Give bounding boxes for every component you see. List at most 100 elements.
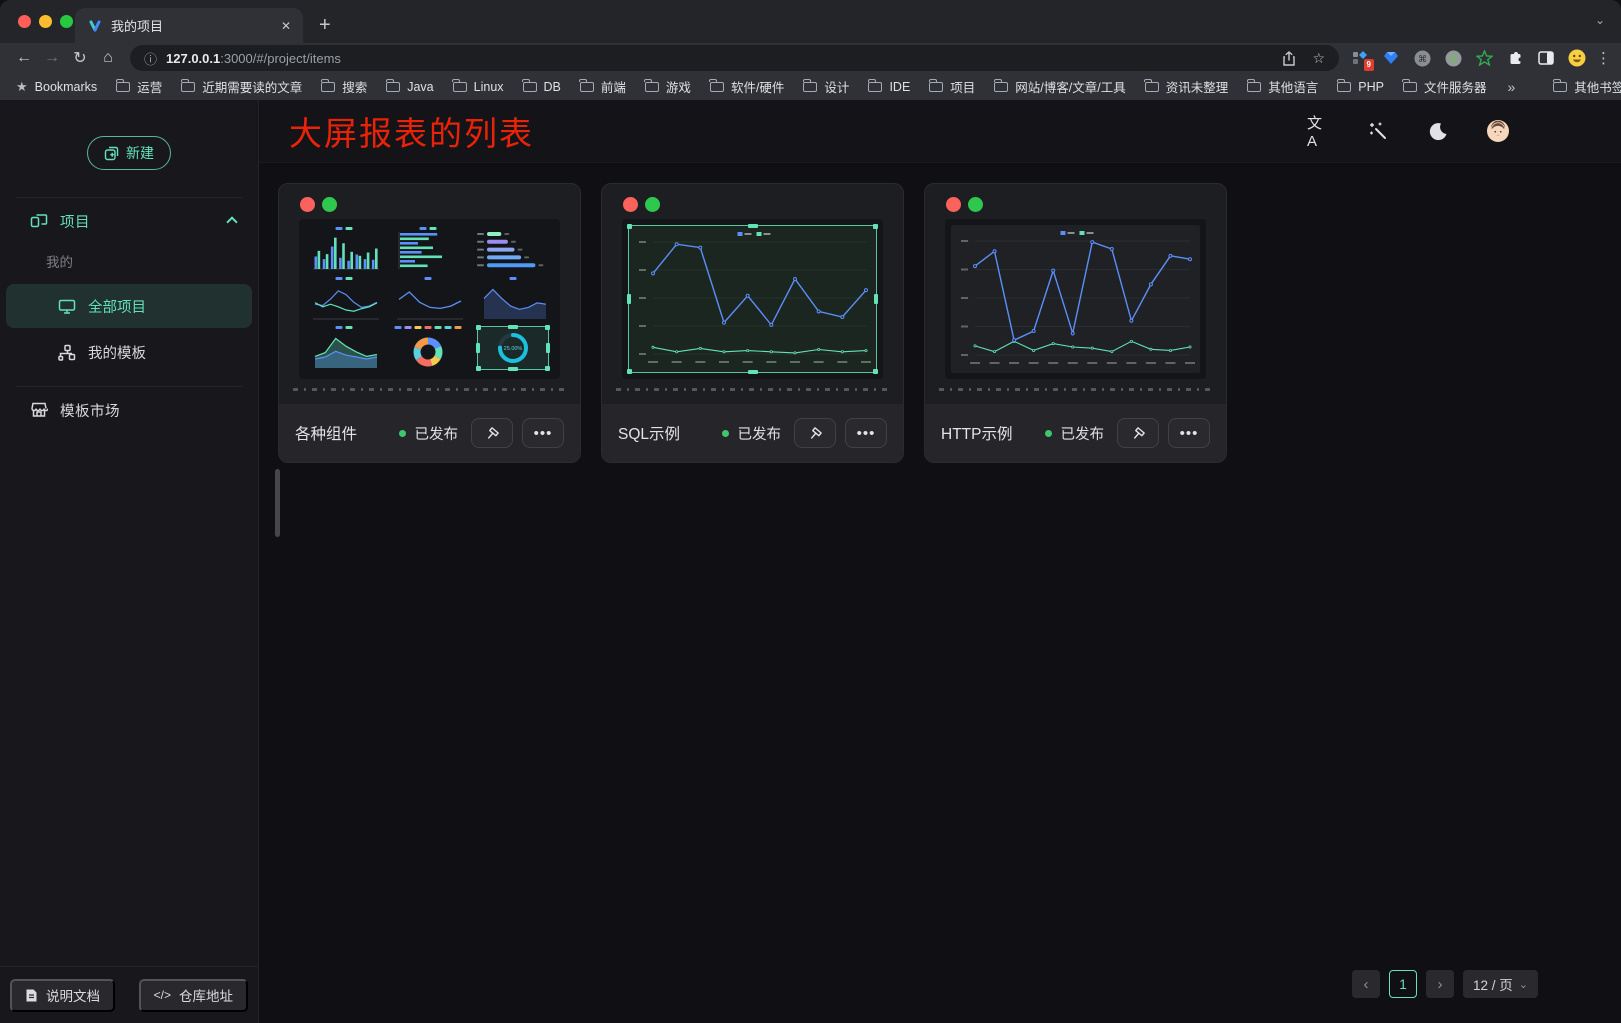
folder-icon (453, 82, 467, 92)
minimize-window-button[interactable] (39, 15, 52, 28)
hammer-icon (1130, 425, 1147, 442)
sidebar-section-project[interactable]: 项目 (0, 198, 258, 244)
more-button[interactable]: ••• (845, 418, 887, 448)
project-thumbnail[interactable] (945, 219, 1206, 379)
language-icon[interactable]: 文A (1307, 120, 1329, 142)
docs-button[interactable]: 说明文档 (10, 979, 115, 1012)
more-icon: ••• (857, 425, 876, 442)
extension-record-icon[interactable] (1444, 49, 1462, 67)
extension-grid-icon[interactable]: 9 (1351, 49, 1369, 67)
extension-command-icon[interactable]: ⌘ (1413, 49, 1431, 67)
zoom-window-button[interactable] (60, 15, 73, 28)
repo-button[interactable]: </> 仓库地址 (139, 979, 248, 1012)
pagination: ‹ 1 › 12 / 页 ⌄ (1352, 970, 1538, 998)
more-button[interactable]: ••• (522, 418, 564, 448)
folder-icon (321, 82, 335, 92)
bookmark-folder[interactable]: 设计 (803, 77, 849, 96)
mini-chart-pills (474, 225, 552, 272)
bookmark-folder[interactable]: IDE (868, 77, 910, 96)
bookmark-folder[interactable]: DB (523, 77, 561, 96)
bookmark-folder[interactable]: 游戏 (645, 77, 691, 96)
project-card[interactable]: HTTP示例 已发布 ••• (924, 183, 1227, 463)
folder-icon (710, 82, 724, 92)
share-icon[interactable] (1282, 51, 1296, 66)
tab-search-icon[interactable]: ⌄ (1595, 13, 1605, 27)
sidebar-all-projects-label: 全部项目 (88, 296, 146, 317)
forward-icon[interactable]: → (38, 49, 66, 67)
bookmark-folder[interactable]: 近期需要读的文章 (181, 77, 302, 96)
new-tab-button[interactable]: + (319, 15, 331, 35)
bookmark-folder[interactable]: 文件服务器 (1403, 77, 1487, 96)
browser-menu-icon[interactable]: ⋮ (1596, 49, 1611, 67)
project-card[interactable]: 25.00% 各种组件 已发布 ••• (278, 183, 581, 463)
bookmark-folder[interactable]: 项目 (929, 77, 975, 96)
project-thumbnail[interactable] (622, 219, 883, 379)
mini-chart-bars (305, 225, 383, 272)
sidebar-item-template-market[interactable]: 模板市场 (0, 387, 258, 433)
user-avatar[interactable] (1487, 120, 1509, 142)
window-controls (18, 15, 73, 28)
more-button[interactable]: ••• (1168, 418, 1210, 448)
template-icon (58, 344, 76, 361)
bookmark-folder[interactable]: 其他语言 (1247, 77, 1318, 96)
browser-tab[interactable]: 我的项目 ✕ (75, 8, 303, 43)
bookmark-folder[interactable]: 前端 (580, 77, 626, 96)
extension-badge: 9 (1364, 59, 1374, 71)
extension-star-icon[interactable] (1475, 49, 1493, 67)
extension-gem-icon[interactable] (1382, 49, 1400, 67)
mini-chart-ring: 25.00% (474, 324, 552, 371)
new-project-button[interactable]: 新建 (87, 136, 171, 170)
sidebar-group-mine: 我的 (0, 244, 258, 282)
project-title: 各种组件 (295, 422, 390, 444)
bookmarks-overflow-icon[interactable]: » (1507, 79, 1515, 95)
prev-page-button[interactable]: ‹ (1352, 970, 1380, 998)
other-bookmarks[interactable]: 其他书签 (1553, 77, 1621, 96)
sidebar-item-all-projects[interactable]: 全部项目 (6, 284, 252, 328)
goview-app: 新建 项目 我的 全部项目 我的模板 (0, 100, 1621, 1023)
reload-icon[interactable]: ↻ (66, 48, 94, 68)
edit-button[interactable] (1117, 418, 1159, 448)
status-dot (399, 430, 406, 437)
status-label: 已发布 (1061, 423, 1105, 444)
edit-button[interactable] (794, 418, 836, 448)
bookmark-folder[interactable]: Java (386, 77, 433, 96)
scrollbar-thumb[interactable] (275, 469, 280, 537)
bookmark-folder[interactable]: 网站/博客/文章/工具 (994, 77, 1125, 96)
page-size-select[interactable]: 12 / 页 ⌄ (1463, 970, 1538, 998)
bookmarks-star-icon: ★ (16, 79, 28, 95)
next-page-button[interactable]: › (1426, 970, 1454, 998)
mini-chart-line1 (389, 275, 467, 322)
bookmark-folder[interactable]: 运营 (116, 77, 162, 96)
side-panel-icon[interactable] (1537, 49, 1555, 67)
folder-icon (994, 82, 1008, 92)
chevron-up-icon[interactable] (226, 216, 237, 227)
back-icon[interactable]: ← (10, 49, 38, 67)
sidebar-item-my-templates[interactable]: 我的模板 (6, 330, 252, 374)
bookmark-folder[interactable]: 资讯未整理 (1145, 77, 1229, 96)
current-page-button[interactable]: 1 (1389, 970, 1417, 998)
bookmark-folder[interactable]: 搜索 (321, 77, 367, 96)
dash-strip (293, 388, 566, 391)
close-window-button[interactable] (18, 15, 31, 28)
site-info-icon[interactable]: ⓘ (144, 49, 157, 68)
address-bar[interactable]: ⓘ 127.0.0.1:3000/#/project/items ☆ (130, 45, 1339, 71)
bookmark-folder[interactable]: PHP (1337, 77, 1384, 96)
extensions-puzzle-icon[interactable] (1506, 49, 1524, 67)
tab-close-icon[interactable]: ✕ (281, 19, 291, 33)
bookmarks-manager[interactable]: ★ Bookmarks (16, 79, 97, 95)
project-thumbnail[interactable]: 25.00% (299, 219, 560, 379)
bookmark-folder[interactable]: 软件/硬件 (710, 77, 784, 96)
magic-wand-icon[interactable] (1367, 120, 1389, 142)
home-icon[interactable]: ⌂ (94, 49, 122, 67)
sidebar-my-templates-label: 我的模板 (88, 342, 146, 363)
dark-mode-moon-icon[interactable] (1427, 120, 1449, 142)
green-dot (322, 197, 337, 212)
code-icon: </> (154, 988, 171, 1002)
bookmark-folder[interactable]: Linux (453, 77, 504, 96)
sidebar: 新建 项目 我的 全部项目 我的模板 (0, 100, 259, 1023)
project-card[interactable]: SQL示例 已发布 ••• (601, 183, 904, 463)
edit-button[interactable] (471, 418, 513, 448)
bookmark-star-icon[interactable]: ☆ (1312, 50, 1325, 67)
folder-icon (580, 82, 594, 92)
profile-avatar-icon[interactable] (1568, 49, 1586, 67)
